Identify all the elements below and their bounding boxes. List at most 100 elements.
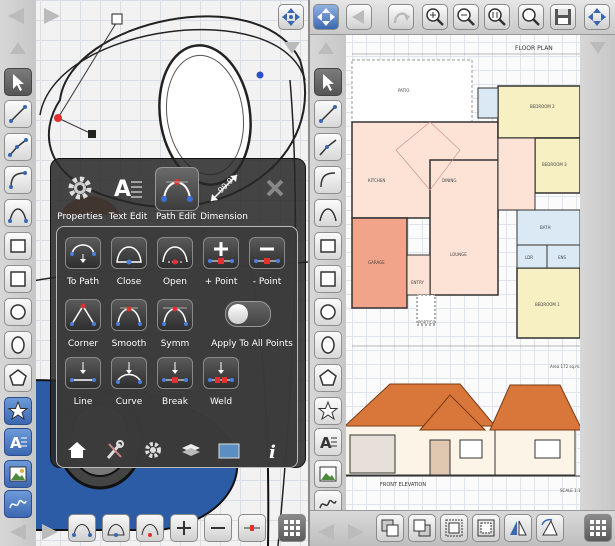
grid-menu-button[interactable] [278, 514, 306, 542]
arc-tool-button[interactable] [314, 166, 342, 194]
redo-button[interactable] [388, 4, 414, 30]
zoom-fit-button[interactable] [518, 4, 544, 30]
close-path-button[interactable] [111, 237, 147, 269]
polygon-tool-button[interactable] [314, 364, 342, 392]
curve-tool-button[interactable] [4, 199, 32, 227]
bottom-close-path-button[interactable] [102, 514, 130, 542]
right-canvas-pane[interactable]: FLOOR PLAN PATIO KITCHEN DINING LOUNGE G… [310, 0, 615, 546]
rectangle-tool-button[interactable] [4, 232, 32, 260]
circle-tool-button[interactable] [4, 298, 32, 326]
line-segment-button[interactable] [65, 357, 101, 389]
flip-button[interactable] [504, 514, 532, 542]
rotate-button[interactable] [536, 514, 564, 542]
zoom-in-button[interactable] [422, 4, 448, 30]
image-tool-button[interactable] [4, 460, 32, 488]
add-point-button[interactable] [203, 237, 239, 269]
save-button[interactable] [550, 4, 576, 30]
info-button[interactable]: i [261, 439, 285, 461]
square-tool-button[interactable] [4, 265, 32, 293]
ellipse-tool-button[interactable] [4, 331, 32, 359]
square-tool-button[interactable] [314, 265, 342, 293]
settings-button[interactable] [141, 439, 165, 461]
svg-text:A: A [10, 434, 22, 452]
bottom-remove-point-button[interactable] [204, 514, 232, 542]
zoom-out-button[interactable] [453, 4, 479, 30]
scroll-down-arrow-icon[interactable] [588, 40, 608, 56]
pan-navigator-button[interactable] [278, 4, 304, 30]
svg-text:A: A [114, 177, 131, 202]
navigator-button[interactable] [313, 4, 339, 30]
curve-tool-button[interactable] [314, 199, 342, 227]
scroll-up-arrow-icon[interactable] [316, 40, 336, 56]
layers-button[interactable] [179, 439, 203, 461]
ellipse-tool-button[interactable] [314, 331, 342, 359]
tools-button[interactable] [103, 439, 127, 461]
cursor-arrow-icon [13, 74, 24, 91]
remove-point-button[interactable] [249, 237, 285, 269]
weld-button[interactable] [203, 357, 239, 389]
text-tool-button[interactable]: A [4, 428, 32, 456]
arc-tool-button[interactable] [4, 166, 32, 194]
scroll-left-arrow-icon[interactable] [316, 522, 336, 542]
ungroup-button[interactable] [472, 514, 500, 542]
polyline-tool-button[interactable] [314, 133, 342, 161]
break-button[interactable] [157, 357, 193, 389]
tab-dimension[interactable]: 99.9 [203, 167, 245, 209]
image-tool-button[interactable] [314, 460, 342, 488]
star-tool-button[interactable] [4, 397, 32, 425]
freehand-tool-button[interactable] [4, 490, 32, 518]
folder-button[interactable] [217, 439, 241, 461]
curve-segment-button[interactable] [111, 357, 147, 389]
left-canvas-pane[interactable]: A A 99.9 Properties Text Edit Path Edit … [0, 0, 308, 546]
zoom-one-to-one-icon [488, 8, 506, 26]
redo-arrow-icon[interactable] [42, 6, 62, 26]
scroll-up-arrow-icon[interactable] [8, 40, 28, 56]
scroll-right-arrow-icon[interactable] [346, 522, 366, 542]
bottom-open-path-button[interactable] [136, 514, 164, 542]
bottom-add-point-button[interactable] [170, 514, 198, 542]
line-tool-button[interactable] [4, 100, 32, 128]
room-ens-label: ENS [558, 255, 567, 260]
to-path-button[interactable] [65, 237, 101, 269]
tab-properties[interactable] [59, 167, 101, 209]
ungroup-icon [477, 519, 495, 537]
square-icon [320, 271, 336, 287]
undo-button[interactable] [346, 4, 372, 30]
send-back-button[interactable] [408, 514, 436, 542]
scroll-left-arrow-icon[interactable] [8, 522, 28, 542]
scroll-right-arrow-icon[interactable] [40, 522, 60, 542]
select-tool-button[interactable] [314, 68, 342, 96]
pan-navigator-button-right[interactable] [584, 4, 610, 30]
select-tool-button[interactable] [4, 68, 32, 96]
text-tool-button[interactable]: A [314, 428, 342, 456]
image-icon [9, 466, 27, 482]
polygon-tool-button[interactable] [4, 364, 32, 392]
smooth-button[interactable] [111, 299, 147, 331]
open-path-button[interactable] [157, 237, 193, 269]
polyline-tool-button[interactable] [4, 133, 32, 161]
circle-tool-button[interactable] [314, 298, 342, 326]
scroll-down-arrow-icon[interactable] [282, 40, 302, 56]
symm-label: Symm [160, 339, 190, 349]
tab-properties-label: Properties [57, 212, 103, 222]
corner-button[interactable] [65, 299, 101, 331]
tab-path-edit[interactable] [155, 167, 199, 211]
to-path-icon [70, 244, 96, 263]
symm-button[interactable] [157, 299, 193, 331]
bottom-break-button[interactable] [238, 514, 266, 542]
undo-arrow-icon[interactable] [6, 6, 26, 26]
right-right-sidebar [580, 0, 615, 546]
group-button[interactable] [440, 514, 468, 542]
grid-menu-button-right[interactable] [584, 514, 612, 542]
apply-to-all-points-toggle[interactable] [225, 301, 271, 327]
tab-text-edit[interactable]: A [107, 167, 149, 209]
zoom-actual-button[interactable] [484, 4, 510, 30]
line-tool-button[interactable] [314, 100, 342, 128]
bottom-to-path-button[interactable] [68, 514, 96, 542]
add-point-icon [208, 242, 234, 264]
bring-front-button[interactable] [376, 514, 404, 542]
close-panel-button[interactable] [254, 167, 296, 209]
rectangle-tool-button[interactable] [314, 232, 342, 260]
star-tool-button[interactable] [314, 397, 342, 425]
home-button[interactable] [65, 439, 89, 461]
